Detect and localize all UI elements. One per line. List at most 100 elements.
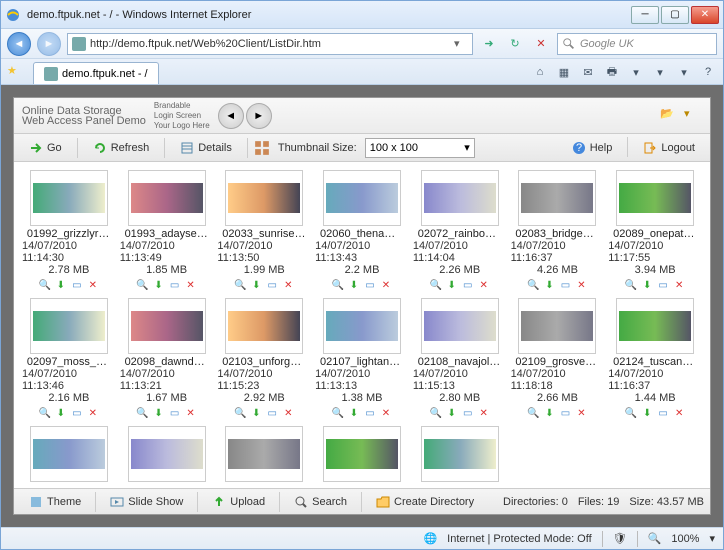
delete-icon[interactable]: ✕ xyxy=(86,406,100,420)
zoom-icon[interactable]: 🔍 xyxy=(331,406,345,420)
download-icon[interactable]: ⬇ xyxy=(249,278,263,292)
maximize-button[interactable]: ▢ xyxy=(661,6,689,24)
file-item[interactable]: 02033_sunriseinaree... 14/07/2010 11:13:… xyxy=(217,170,311,292)
thumbnail[interactable] xyxy=(30,170,108,226)
file-item[interactable]: 02109_grosvernerar... 14/07/2010 11:18:1… xyxy=(511,298,605,420)
refresh-nav-button[interactable]: ↻ xyxy=(505,34,525,54)
read-mail-icon[interactable]: ✉ xyxy=(579,63,597,81)
file-item[interactable]: 02108_navajoland_2... 14/07/2010 11:15:1… xyxy=(413,298,507,420)
download-icon[interactable]: ⬇ xyxy=(640,278,654,292)
folder-open-icon[interactable]: 📂 xyxy=(660,107,678,125)
tools-icon[interactable]: ▾ xyxy=(675,63,693,81)
zoom-icon[interactable]: 🔍 xyxy=(136,278,150,292)
panel-forward-button[interactable]: ► xyxy=(246,103,272,129)
delete-icon[interactable]: ✕ xyxy=(574,406,588,420)
safety-icon[interactable]: ▾ xyxy=(651,63,669,81)
theme-button[interactable]: Theme xyxy=(20,491,90,513)
zoom-icon[interactable]: 🔍 xyxy=(38,406,52,420)
thumbnail[interactable] xyxy=(128,426,206,482)
file-item[interactable]: 02089_onepath_256... 14/07/2010 11:17:55… xyxy=(608,170,702,292)
protected-mode-icon[interactable]: 🛡 xyxy=(613,532,627,545)
feeds-icon[interactable]: ▦ xyxy=(555,63,573,81)
rename-icon[interactable]: ▭ xyxy=(363,406,377,420)
address-dropdown[interactable]: ▾ xyxy=(454,37,468,50)
download-icon[interactable]: ⬇ xyxy=(152,278,166,292)
thumbnail[interactable] xyxy=(128,170,206,226)
delete-icon[interactable]: ✕ xyxy=(477,406,491,420)
rename-icon[interactable]: ▭ xyxy=(558,406,572,420)
download-icon[interactable]: ⬇ xyxy=(249,406,263,420)
zoom-icon[interactable]: 🔍 xyxy=(38,278,52,292)
zoom-icon[interactable]: 🔍 xyxy=(526,406,540,420)
file-item[interactable]: 02072_rainbowandt... 14/07/2010 11:14:04… xyxy=(413,170,507,292)
refresh-toolbar-button[interactable]: Refresh xyxy=(84,137,159,159)
file-item-partial[interactable] xyxy=(413,426,507,482)
zoom-icon[interactable]: 🔍 xyxy=(233,406,247,420)
download-icon[interactable]: ⬇ xyxy=(640,406,654,420)
delete-icon[interactable]: ✕ xyxy=(672,278,686,292)
download-icon[interactable]: ⬇ xyxy=(54,406,68,420)
rename-icon[interactable]: ▭ xyxy=(168,406,182,420)
upload-button[interactable]: Upload xyxy=(203,491,274,513)
home-icon[interactable]: ⌂ xyxy=(531,63,549,81)
file-item[interactable]: 02103_unforgettabl... 14/07/2010 11:15:2… xyxy=(217,298,311,420)
favorites-icon[interactable]: ★ xyxy=(7,64,27,84)
go-toolbar-button[interactable]: Go xyxy=(20,137,71,159)
createdir-button[interactable]: Create Directory xyxy=(367,491,483,513)
help-button[interactable]: ? Help xyxy=(563,137,622,159)
zoom-icon[interactable]: 🔍 xyxy=(624,406,638,420)
thumbnail[interactable] xyxy=(421,426,499,482)
download-icon[interactable]: ⬇ xyxy=(152,406,166,420)
delete-icon[interactable]: ✕ xyxy=(281,278,295,292)
rename-icon[interactable]: ▭ xyxy=(558,278,572,292)
thumbnail[interactable] xyxy=(518,298,596,354)
thumb-size-select[interactable]: 100 x 100 ▾ xyxy=(365,138,475,158)
thumbnail[interactable] xyxy=(30,426,108,482)
thumbnail[interactable] xyxy=(421,298,499,354)
search-box[interactable]: Google UK xyxy=(557,33,717,55)
download-icon[interactable]: ⬇ xyxy=(542,278,556,292)
download-icon[interactable]: ⬇ xyxy=(347,406,361,420)
delete-icon[interactable]: ✕ xyxy=(184,278,198,292)
rename-icon[interactable]: ▭ xyxy=(656,278,670,292)
thumbnail[interactable] xyxy=(323,170,401,226)
download-icon[interactable]: ⬇ xyxy=(445,406,459,420)
zoom-icon[interactable]: 🔍 xyxy=(136,406,150,420)
file-item[interactable]: 02098_dawndepartu... 14/07/2010 11:13:21… xyxy=(120,298,214,420)
rename-icon[interactable]: ▭ xyxy=(70,278,84,292)
thumbnail[interactable] xyxy=(616,170,694,226)
delete-icon[interactable]: ✕ xyxy=(184,406,198,420)
back-button[interactable]: ◄ xyxy=(7,32,31,56)
file-item-partial[interactable] xyxy=(22,426,116,482)
zoom-icon[interactable]: 🔍 xyxy=(429,278,443,292)
rename-icon[interactable]: ▭ xyxy=(70,406,84,420)
delete-icon[interactable]: ✕ xyxy=(574,278,588,292)
thumbnail[interactable] xyxy=(616,298,694,354)
file-item-partial[interactable] xyxy=(315,426,409,482)
thumbnail[interactable] xyxy=(225,170,303,226)
file-item[interactable]: 02124_tuscansunset... 14/07/2010 11:16:3… xyxy=(608,298,702,420)
thumbnail[interactable] xyxy=(225,426,303,482)
rename-icon[interactable]: ▭ xyxy=(168,278,182,292)
thumbnail[interactable] xyxy=(30,298,108,354)
go-button[interactable]: ➜ xyxy=(479,34,499,54)
file-item[interactable]: 02083_bridge_2560x... 14/07/2010 11:16:3… xyxy=(511,170,605,292)
address-bar[interactable]: ▾ xyxy=(67,33,473,55)
thumbnail[interactable] xyxy=(323,298,401,354)
thumbnail[interactable] xyxy=(421,170,499,226)
zoom-icon[interactable]: 🔍 xyxy=(233,278,247,292)
file-item[interactable]: 02097_moss_2560x1... 14/07/2010 11:13:46… xyxy=(22,298,116,420)
rename-icon[interactable]: ▭ xyxy=(265,406,279,420)
thumbnail[interactable] xyxy=(518,170,596,226)
search-button[interactable]: Search xyxy=(285,491,356,513)
help-tab-icon[interactable]: ? xyxy=(699,63,717,81)
panel-back-button[interactable]: ◄ xyxy=(218,103,244,129)
rename-icon[interactable]: ▭ xyxy=(656,406,670,420)
thumbnail[interactable] xyxy=(128,298,206,354)
zoom-icon[interactable]: 🔍 xyxy=(526,278,540,292)
details-toolbar-button[interactable]: Details xyxy=(171,137,241,159)
download-icon[interactable]: ⬇ xyxy=(542,406,556,420)
delete-icon[interactable]: ✕ xyxy=(379,406,393,420)
url-input[interactable] xyxy=(90,38,450,50)
logout-button[interactable]: Logout xyxy=(634,137,704,159)
